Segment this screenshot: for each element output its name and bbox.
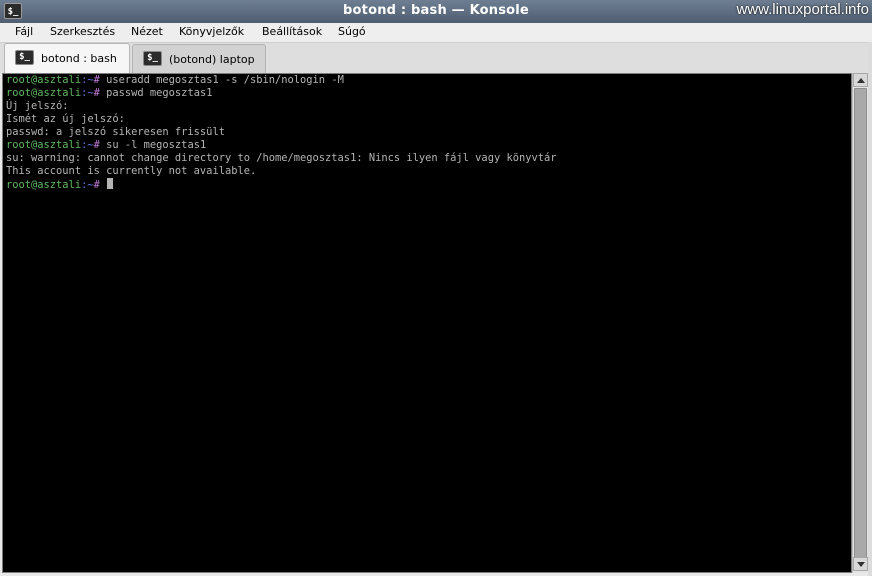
tab-botond-laptop[interactable]: $_ (botond) laptop [132, 44, 266, 73]
prompt-path: :~ [81, 139, 94, 151]
scroll-thumb[interactable] [854, 88, 867, 558]
tab-label: (botond) laptop [169, 53, 255, 66]
command-text: useradd megosztas1 -s /sbin/nologin -M [99, 74, 344, 86]
terminal-output-line: Új jelszó: [6, 100, 851, 113]
text-cursor [107, 178, 114, 189]
prompt-path: :~ [81, 179, 94, 191]
output-text: This account is currently not available. [6, 165, 257, 177]
prompt-user-host: root@asztali [6, 139, 82, 151]
terminal-output-line: Ismét az új jelszó: [6, 113, 851, 126]
command-text: su -l megosztas1 [99, 139, 207, 151]
prompt-path: :~ [81, 74, 94, 86]
menu-edit[interactable]: Szerkesztés [50, 25, 115, 38]
command-text [100, 179, 106, 191]
output-text: su: warning: cannot change directory to … [6, 152, 557, 164]
output-text: passwd: a jelszó sikeresen frissült [6, 126, 225, 138]
terminal-icon: $_ [15, 50, 34, 65]
terminal-output[interactable]: root@asztali:~# useradd megosztas1 -s /s… [2, 73, 852, 573]
menu-file[interactable]: Fájl [15, 25, 33, 38]
tab-label: botond : bash [41, 52, 117, 65]
window-frame [868, 42, 872, 576]
scroll-down-button[interactable] [853, 557, 868, 571]
arrow-up-icon [857, 78, 865, 83]
vertical-scrollbar[interactable] [852, 73, 868, 573]
watermark: www.linuxportal.info [736, 1, 869, 18]
terminal-command-line: root@asztali:~# passwd megosztas1 [6, 87, 851, 100]
scroll-up-button[interactable] [853, 73, 868, 87]
prompt-path: :~ [81, 87, 94, 99]
command-text: passwd megosztas1 [99, 87, 213, 99]
menu-bookmarks[interactable]: Könyvjelzők [179, 25, 244, 38]
terminal-command-line: root@asztali:~# useradd megosztas1 -s /s… [6, 74, 851, 87]
menu-help[interactable]: Súgó [338, 25, 366, 38]
prompt-user-host: root@asztali [6, 87, 82, 99]
menu-view[interactable]: Nézet [131, 25, 163, 38]
terminal-output-line: passwd: a jelszó sikeresen frissült [6, 126, 851, 139]
terminal-output-line: su: warning: cannot change directory to … [6, 152, 851, 165]
title-bar[interactable]: $_ botond : bash — Konsole www.linuxport… [0, 0, 872, 23]
menu-bar: Fájl Szerkesztés Nézet Könyvjelzők Beáll… [0, 23, 872, 42]
menu-settings[interactable]: Beállítások [262, 25, 322, 38]
tab-botond-bash[interactable]: $_ botond : bash [4, 43, 130, 74]
terminal-icon: $_ [143, 51, 162, 66]
terminal-command-line: root@asztali:~# su -l megosztas1 [6, 139, 851, 152]
prompt-user-host: root@asztali [6, 179, 82, 191]
terminal-command-line: root@asztali:~# [6, 178, 851, 191]
output-text: Ismét az új jelszó: [6, 113, 125, 125]
arrow-down-icon [857, 562, 865, 567]
terminal-output-line: This account is currently not available. [6, 165, 851, 178]
tab-bar: $_ botond : bash $_ (botond) laptop [0, 42, 872, 74]
prompt-user-host: root@asztali [6, 74, 82, 86]
output-text: Új jelszó: [6, 100, 69, 112]
